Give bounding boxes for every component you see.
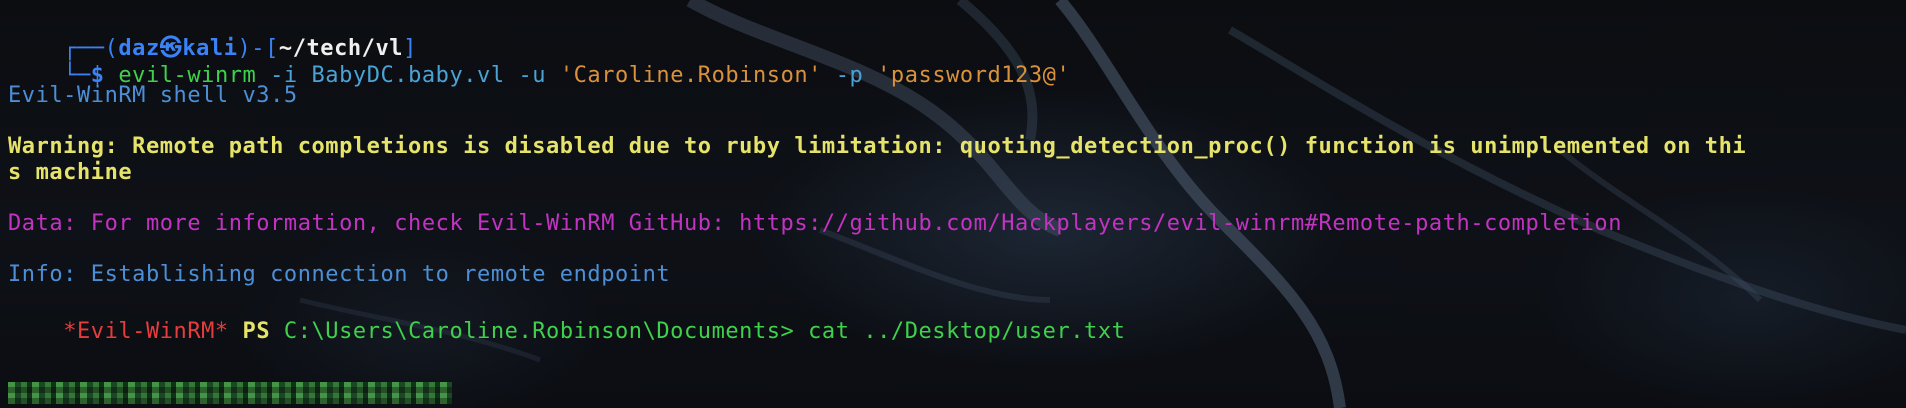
ps-prompt-line: *Evil-WinRM* PS C:\Users\Caroline.Robins… [8, 285, 1125, 344]
data-line: Data: For more information, check Evil-W… [8, 211, 1623, 236]
ps-path: C:\Users\Caroline.Robinson\Documents> [283, 319, 795, 344]
warning-line-2: s machine [8, 160, 133, 185]
command-password: 'password123@' [877, 63, 1071, 88]
banner-line: Evil-WinRM shell v3.5 [8, 83, 298, 108]
terminal-window[interactable]: ┌──(daz㉿kali)-[~/tech/vl] └─$ evil-winrm… [0, 0, 1906, 408]
ps-command: cat ../Desktop/user.txt [808, 319, 1126, 344]
command-target: BabyDC.baby.vl [311, 63, 505, 88]
redacted-output-icon [8, 382, 452, 404]
command-flag-u: -u [518, 63, 547, 88]
warning-line-1: Warning: Remote path completions is disa… [8, 134, 1747, 159]
evil-winrm-tag: *Evil-WinRM* [63, 319, 229, 344]
command-username: 'Caroline.Robinson' [559, 63, 822, 88]
ps-label: PS [242, 319, 271, 344]
command-flag-p: -p [835, 63, 864, 88]
command-line: └─$ evil-winrm -i BabyDC.baby.vl -u 'Car… [8, 29, 1070, 88]
